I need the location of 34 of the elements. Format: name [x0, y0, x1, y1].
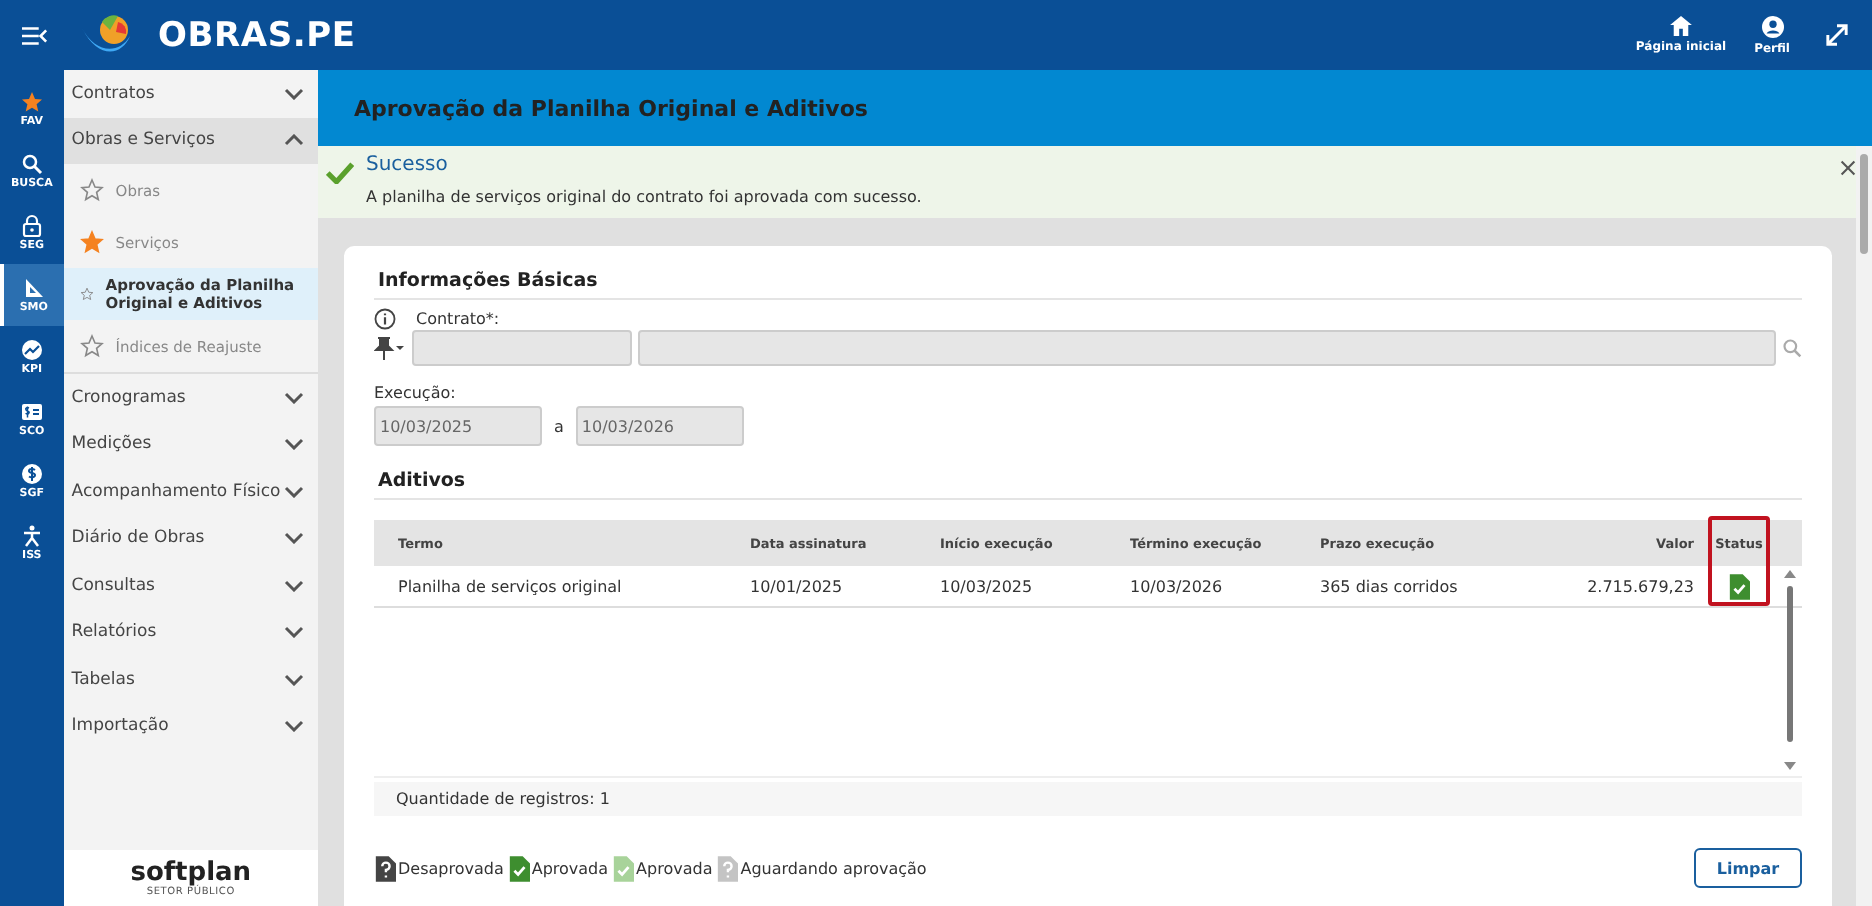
- menu-group[interactable]: Obras e Serviços: [63, 117, 318, 164]
- table-cell-text: Planilha de serviços original: [396, 577, 624, 595]
- menu-group[interactable]: Cronogramas: [63, 374, 318, 421]
- legend-label: Aguardando aprovação: [740, 859, 927, 877]
- table-cell-text: 10/01/2025: [748, 577, 845, 595]
- menu-group[interactable]: Acompanhamento Físico: [63, 468, 318, 515]
- table-cell-text: 10/03/2026: [1128, 577, 1225, 595]
- section-title: Informações Básicas: [374, 270, 1802, 300]
- menu-group[interactable]: Consultas: [63, 562, 318, 609]
- table-cell-text: 2.715.679,23: [1585, 577, 1696, 595]
- menu-group[interactable]: Contratos: [63, 70, 318, 117]
- menu-group[interactable]: Diário de Obras: [63, 515, 318, 562]
- field-label: Contrato*:: [416, 310, 500, 328]
- menu-group[interactable]: Tabelas: [63, 656, 318, 703]
- clear-button[interactable]: Limpar: [1694, 848, 1802, 888]
- app-title: OBRAS.PE: [158, 15, 356, 55]
- legend-label: Aprovada: [636, 859, 713, 877]
- record-count: Quantidade de registros: 1: [374, 782, 1802, 816]
- field-label: Execução:: [374, 384, 458, 402]
- legend-label: Aprovada: [531, 859, 609, 877]
- brand-name: softplan: [130, 859, 252, 885]
- end-date-field[interactable]: 10/03/2026: [575, 406, 744, 446]
- start-date-field[interactable]: 10/03/2025: [374, 406, 542, 446]
- menu-group[interactable]: Importação: [63, 703, 318, 750]
- table-cell-text: 365 dias corridos: [1318, 577, 1460, 595]
- menu-group[interactable]: Medições: [63, 421, 318, 468]
- alert-message: A planilha de serviços original do contrato foi aprovada com sucesso.: [366, 188, 924, 206]
- legend-label: Desaprovada: [398, 859, 504, 877]
- page-title: Aprovação da Planilha Original e Aditivos: [318, 70, 1872, 146]
- table-cell-text: 10/03/2025: [938, 577, 1035, 595]
- range-separator: a: [554, 417, 564, 435]
- section-title: Aditivos: [374, 470, 1802, 500]
- alert-title: Sucesso: [366, 154, 450, 176]
- menu-group[interactable]: Relatórios: [63, 609, 318, 656]
